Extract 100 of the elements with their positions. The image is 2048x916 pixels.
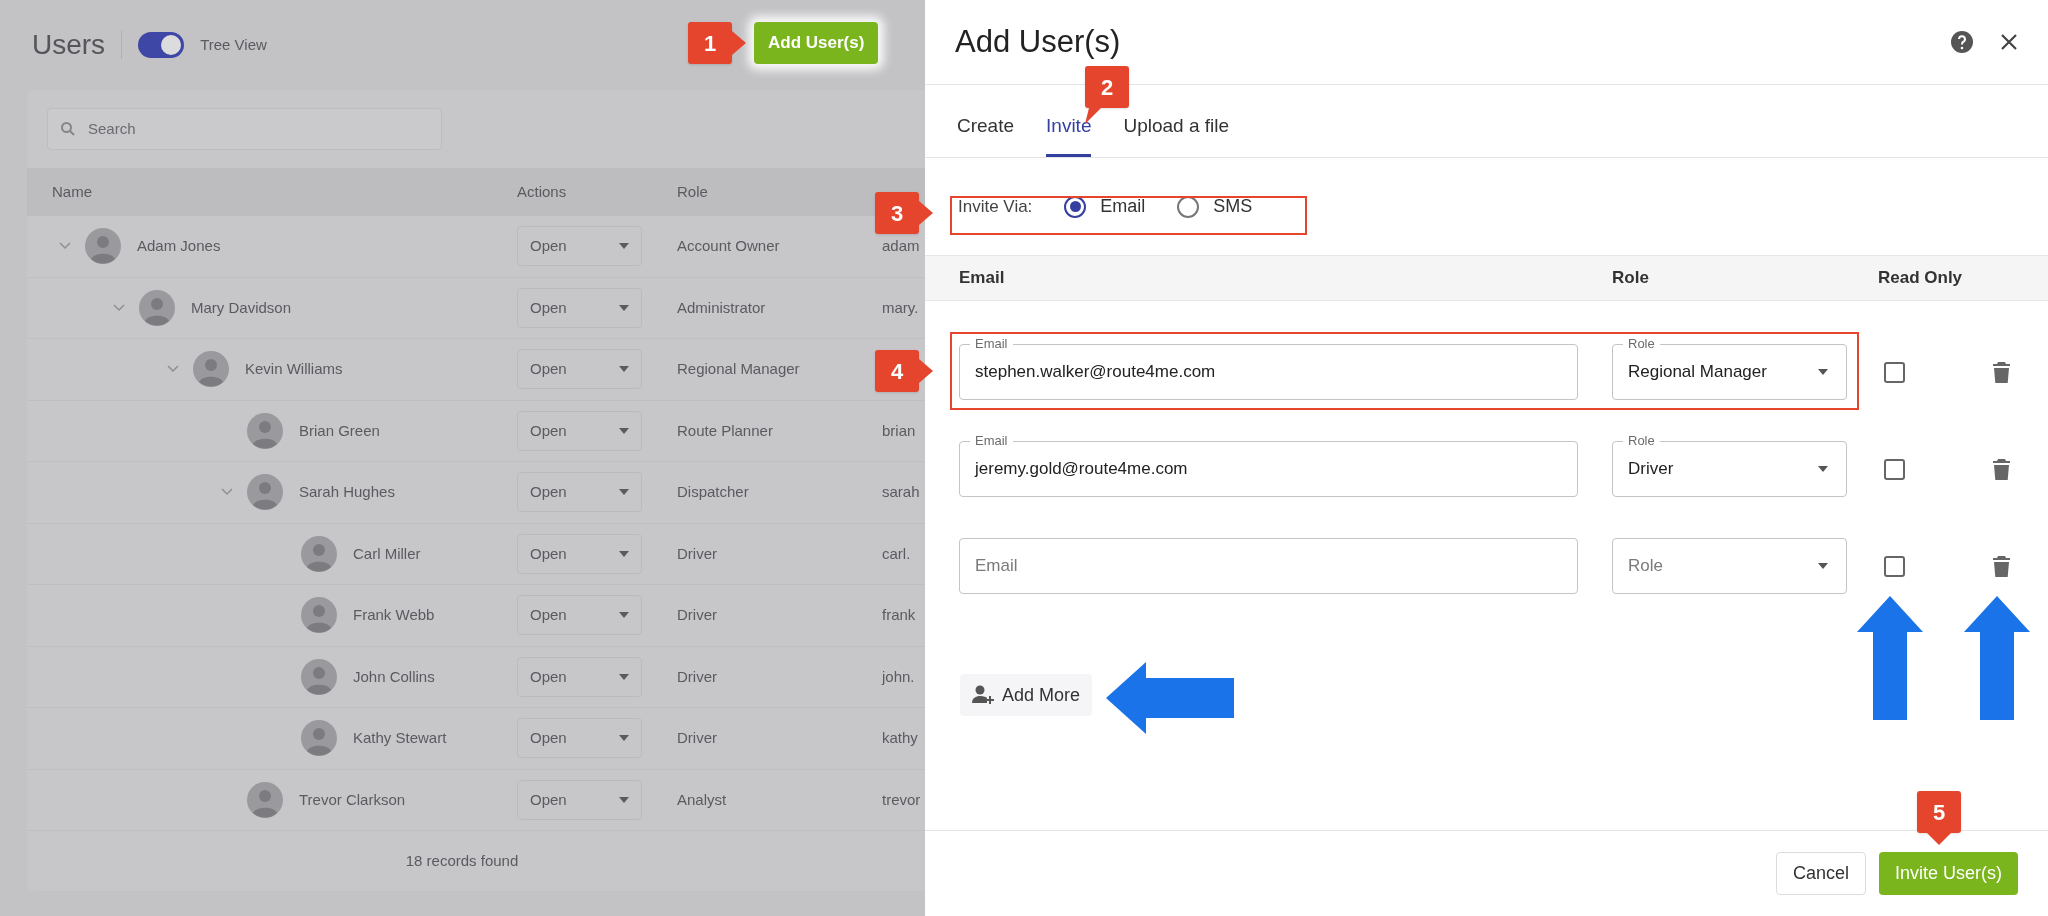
caret-icon: [619, 427, 629, 434]
add-user-icon: [972, 685, 996, 705]
field-label: Invite Via:: [958, 195, 1033, 218]
help-icon[interactable]: [1950, 30, 1974, 54]
user-name: John Collins: [353, 666, 435, 687]
checkbox[interactable]: [1884, 555, 1905, 577]
table-cell-text: sarah: [882, 482, 920, 502]
role-cell-text: Driver: [677, 728, 718, 748]
radio-button[interactable]: [1177, 195, 1200, 218]
table-cell-text: frank: [882, 605, 916, 625]
user-name: Kevin Williams: [245, 359, 343, 379]
table-cell-text: kathy: [882, 728, 918, 748]
add-more-button[interactable]: Add More: [960, 674, 1093, 716]
column-header: Email: [958, 267, 1006, 290]
user-name: Trevor Clarkson: [299, 789, 406, 810]
add-user-button[interactable]: Add User(s): [754, 22, 879, 64]
caret-icon: [619, 489, 629, 496]
caret-icon: [619, 366, 629, 373]
trash-icon[interactable]: [1993, 361, 2010, 383]
role-cell-text: Administrator: [677, 297, 767, 318]
dialog-title: Add User(s): [955, 22, 1121, 61]
tab[interactable]: Upload a file: [1123, 111, 1230, 157]
caret-icon: [619, 796, 629, 803]
user-name: Kathy Stewart: [353, 728, 447, 748]
caret-icon: [1818, 369, 1828, 375]
avatar-icon: [193, 351, 229, 388]
avatar-icon: [247, 781, 283, 818]
table-cell-text: mary.: [882, 297, 919, 318]
cancel-button[interactable]: Cancel: [1775, 852, 1866, 895]
avatar-icon: [247, 412, 283, 449]
column-header: Role: [1612, 267, 1650, 290]
action-dropdown[interactable]: Open: [517, 656, 642, 697]
table-cell-text: brian: [882, 420, 916, 441]
tab[interactable]: Create: [957, 111, 1015, 157]
avatar-icon: [301, 720, 337, 757]
caret-icon: [619, 673, 629, 680]
caret-icon: [619, 735, 629, 742]
role-cell-text: Driver: [677, 543, 718, 564]
user-name: Mary Davidson: [191, 297, 292, 318]
role-cell-text: Driver: [677, 666, 718, 687]
avatar-icon: [139, 289, 175, 326]
avatar-icon: [301, 658, 337, 695]
trash-icon[interactable]: [1993, 458, 2010, 480]
callout-pointer: [732, 31, 746, 55]
radio-button[interactable]: [1064, 195, 1087, 218]
column-header: Read Only: [1878, 267, 1963, 290]
radio-option[interactable]: Email: [1064, 193, 1146, 220]
user-name: Brian Green: [299, 420, 380, 441]
avatar-icon: [247, 474, 283, 511]
table-cell-text: adam: [882, 236, 920, 256]
action-dropdown[interactable]: Open: [517, 226, 642, 267]
user-name: Sarah Hughes: [299, 482, 395, 502]
callout-pointer: [919, 201, 933, 225]
tree-view-toggle[interactable]: [138, 32, 185, 58]
callout-pointer: [919, 359, 933, 383]
action-dropdown[interactable]: Open: [517, 718, 642, 759]
role-cell-text: Route Planner: [677, 420, 774, 441]
records-count: 18 records found: [405, 850, 519, 871]
column-header: Role: [677, 181, 708, 202]
role-cell-text: Account Owner: [677, 236, 781, 256]
checkbox[interactable]: [1884, 361, 1905, 383]
column-header: Actions: [517, 181, 568, 202]
caret-icon: [1818, 563, 1828, 569]
step-badge: 2: [1085, 66, 1129, 108]
action-dropdown[interactable]: Open: [517, 287, 642, 328]
action-dropdown[interactable]: Open: [517, 533, 642, 574]
invite-button[interactable]: Invite User(s): [1879, 852, 2018, 895]
table-cell-text: carl.: [882, 543, 911, 564]
avatar-icon: [301, 535, 337, 572]
action-dropdown[interactable]: Open: [517, 472, 642, 513]
caret-icon: [619, 304, 629, 311]
page-title: Users: [32, 28, 106, 62]
checkbox[interactable]: [1884, 458, 1905, 480]
user-name: Frank Webb: [353, 605, 435, 625]
role-cell-text: Driver: [677, 605, 718, 625]
toggle-label: Tree View: [200, 34, 267, 55]
caret-icon: [1818, 466, 1828, 472]
column-header: Name: [51, 181, 93, 202]
caret-icon: [619, 612, 629, 619]
role-cell-text: Dispatcher: [677, 482, 750, 502]
action-dropdown[interactable]: Open: [517, 410, 642, 451]
action-dropdown[interactable]: Open: [517, 595, 642, 636]
caret-icon: [619, 243, 629, 250]
action-dropdown[interactable]: Open: [517, 779, 642, 820]
role-cell-text: Analyst: [677, 789, 728, 810]
close-icon[interactable]: [2000, 33, 2018, 51]
caret-icon: [619, 550, 629, 557]
role-cell-text: Regional Manager: [677, 359, 801, 379]
callout-pointer: [1927, 833, 1951, 845]
user-name: Adam Jones: [137, 236, 221, 256]
search-field[interactable]: Search: [47, 108, 442, 150]
user-name: Carl Miller: [353, 543, 421, 564]
action-dropdown[interactable]: Open: [517, 349, 642, 390]
radio-option[interactable]: SMS: [1177, 193, 1253, 220]
table-cell-text: trevor: [882, 789, 921, 810]
trash-icon[interactable]: [1993, 555, 2010, 577]
table-cell-text: john.: [882, 666, 915, 687]
avatar-icon: [301, 597, 337, 634]
search-icon: [60, 121, 76, 137]
avatar-icon: [85, 228, 121, 265]
